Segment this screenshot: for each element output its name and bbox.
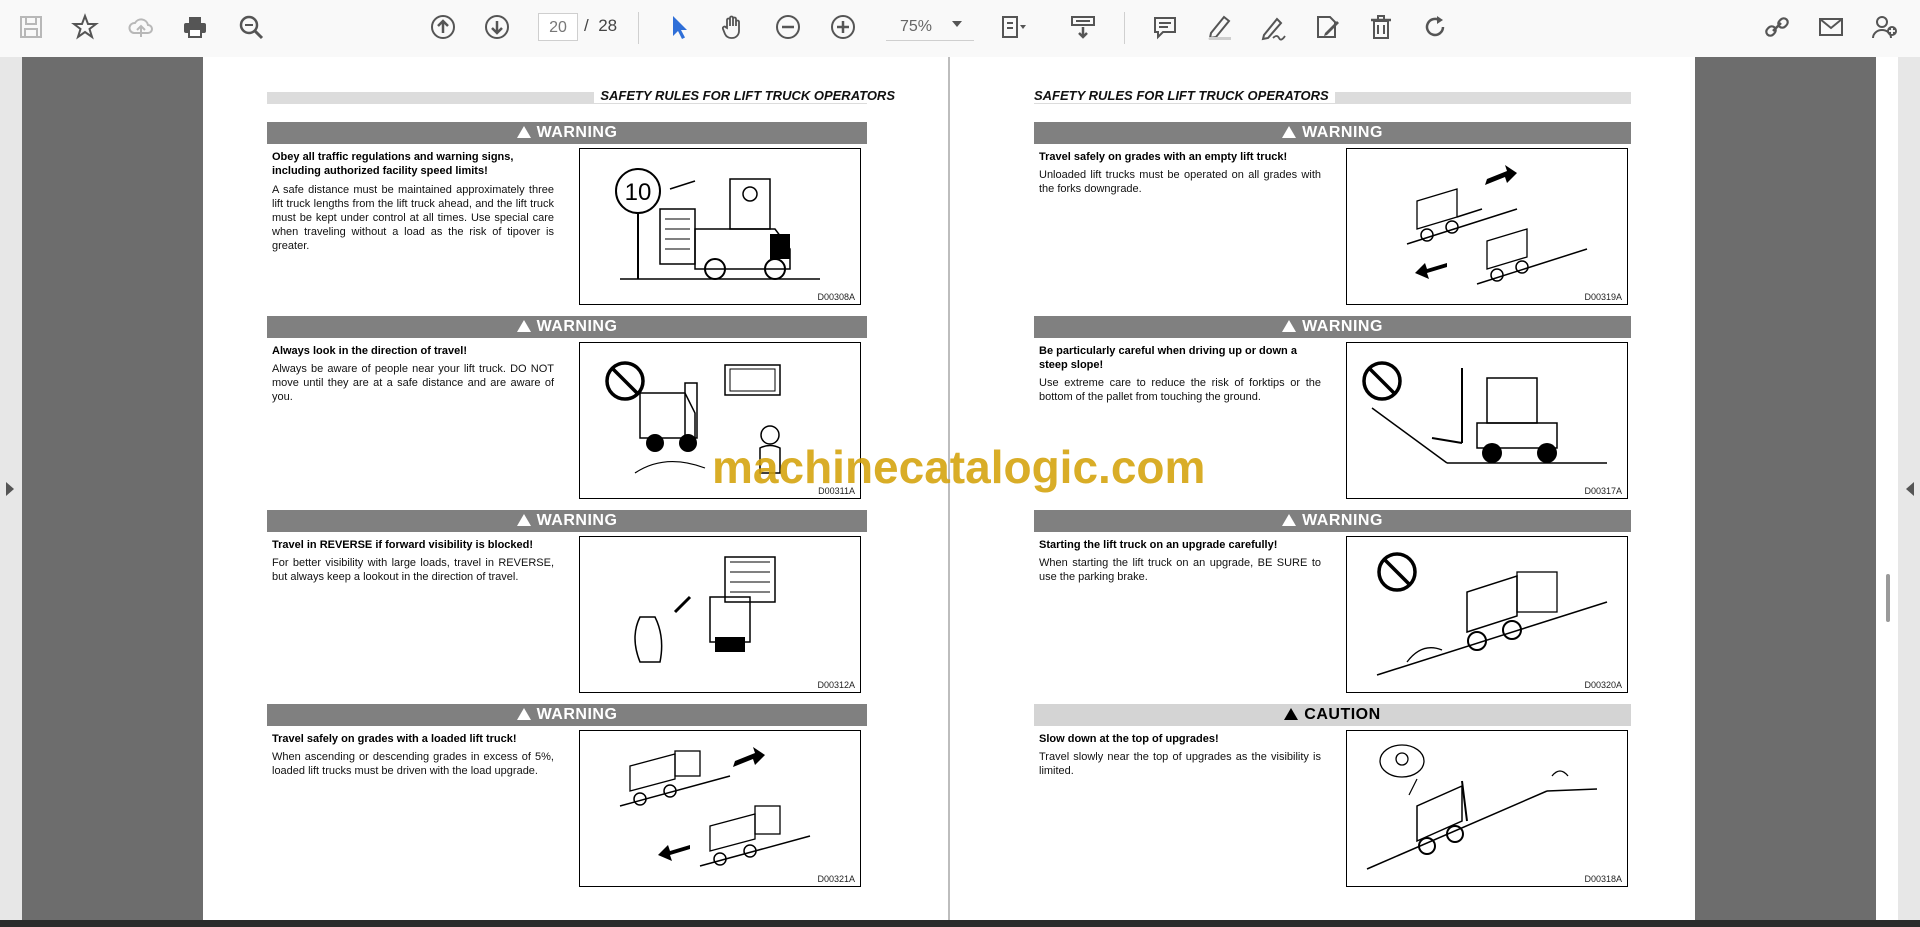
warning-triangle-icon (1282, 514, 1297, 526)
section-title: Always look in the direction of travel! (272, 345, 467, 357)
edit-document-icon[interactable] (1310, 10, 1344, 44)
warning-banner: WARNING (1034, 122, 1631, 144)
zoom-level-select[interactable]: 75% (886, 13, 974, 41)
watermark-text: machinecatalogic.com (712, 441, 1206, 493)
illustration-steep-slope: D00317A (1346, 342, 1628, 499)
section-body: Use extreme care to reduce the risk of f… (1039, 377, 1321, 403)
warning-banner: WARNING (1034, 316, 1631, 338)
star-icon[interactable] (68, 10, 102, 44)
section-title: Starting the lift truck on an upgrade ca… (1039, 539, 1278, 551)
section-body: When starting the lift truck on an upgra… (1039, 557, 1321, 583)
hand-tool-icon[interactable] (716, 10, 750, 44)
comment-icon[interactable] (1148, 10, 1182, 44)
illustration-top-of-upgrade: D00318A (1346, 730, 1628, 887)
warning-banner: WARNING (267, 510, 867, 532)
illustration-reverse-travel: D00312A (579, 536, 861, 693)
loaded-forklift-grade-drawing (619, 747, 811, 867)
warning-triangle-icon (516, 126, 531, 138)
illustration-loaded-grade: D00321A (579, 730, 861, 887)
share-link-icon[interactable] (1760, 10, 1794, 44)
page-number-input[interactable]: 20 (538, 13, 578, 41)
vertical-scrollbar[interactable] (1876, 57, 1898, 920)
page-header-title: SAFETY RULES FOR LIFT TRUCK OPERATORS (594, 88, 895, 103)
section-body: Always be aware of people near your lift… (272, 363, 554, 403)
draw-sign-icon[interactable] (1256, 10, 1290, 44)
section-body: A safe distance must be maintained appro… (272, 184, 554, 252)
warning-banner: WARNING (267, 316, 867, 338)
section-title: Slow down at the top of upgrades! (1039, 733, 1219, 745)
section-title: Be particularly careful when driving up … (1039, 345, 1297, 371)
select-cursor-icon[interactable] (662, 10, 696, 44)
highlight-pen-icon[interactable] (1202, 10, 1236, 44)
left-panel-toggle-icon[interactable] (6, 482, 14, 496)
redo-rotate-icon[interactable] (1418, 10, 1452, 44)
prev-page-icon[interactable] (426, 10, 460, 44)
empty-forklift-grade-drawing (1406, 165, 1588, 285)
figure-code: D00317A (1584, 486, 1622, 496)
toolbar-divider (1124, 12, 1125, 44)
section-title: Obey all traffic regulations and warning… (272, 151, 514, 177)
figure-code: D00320A (1584, 680, 1622, 690)
warning-triangle-icon (516, 320, 531, 332)
zoom-dropdown-caret-icon[interactable] (952, 21, 962, 27)
section-body: Unloaded lift trucks must be operated on… (1039, 169, 1321, 195)
forklift-upgrade-drawing (1376, 552, 1608, 676)
save-icon[interactable] (14, 10, 48, 44)
page-fit-icon[interactable] (996, 10, 1030, 44)
zoom-in-icon[interactable] (826, 10, 860, 44)
section-body: For better visibility with large loads, … (272, 557, 554, 583)
svg-text:10: 10 (625, 179, 652, 206)
page-total: / 28 (584, 16, 618, 35)
figure-code: D00312A (817, 680, 855, 690)
warning-banner: WARNING (267, 704, 867, 726)
illustration-speed-limit: 10 D00308A (579, 148, 861, 305)
figure-code: D00321A (817, 874, 855, 884)
section-body: Travel slowly near the top of upgrades a… (1039, 751, 1321, 777)
figure-code: D00318A (1584, 874, 1622, 884)
print-icon[interactable] (178, 10, 212, 44)
warning-banner: WARNING (1034, 510, 1631, 532)
bottom-bar (0, 920, 1920, 927)
section-body: When ascending or descending grades in e… (272, 751, 554, 777)
forklift-speed-sign-drawing: 10 (615, 168, 820, 280)
section-title: Travel safely on grades with a loaded li… (272, 733, 517, 745)
forklift-top-upgrade-drawing (1366, 744, 1598, 870)
forklift-reverse-drawing (634, 556, 776, 663)
next-page-icon[interactable] (480, 10, 514, 44)
warning-triangle-icon (1282, 320, 1297, 332)
scroll-mode-icon[interactable] (1066, 10, 1100, 44)
warning-triangle-icon (1282, 126, 1297, 138)
upload-cloud-icon[interactable] (124, 10, 158, 44)
figure-code: D00319A (1584, 292, 1622, 302)
warning-banner: WARNING (267, 122, 867, 144)
caution-triangle-icon (1284, 708, 1299, 720)
figure-code: D00308A (817, 292, 855, 302)
caution-banner: CAUTION (1034, 704, 1631, 726)
scrollbar-thumb[interactable] (1886, 574, 1890, 622)
zoom-out-icon[interactable] (771, 10, 805, 44)
illustration-upgrade-start: D00320A (1346, 536, 1628, 693)
add-user-icon[interactable] (1868, 10, 1902, 44)
toolbar-divider (638, 12, 639, 44)
section-title: Travel in REVERSE if forward visibility … (272, 539, 534, 551)
forklift-steep-slope-drawing (1362, 361, 1607, 464)
section-title: Travel safely on grades with an empty li… (1039, 151, 1288, 163)
right-panel-toggle-icon[interactable] (1906, 482, 1914, 496)
warning-triangle-icon (516, 514, 531, 526)
page-header-title: SAFETY RULES FOR LIFT TRUCK OPERATORS (1034, 88, 1335, 103)
delete-trash-icon[interactable] (1364, 10, 1398, 44)
email-icon[interactable] (1814, 10, 1848, 44)
illustration-empty-grade: D00319A (1346, 148, 1628, 305)
warning-triangle-icon (516, 708, 531, 720)
toolbar: 20 / 28 75% (0, 0, 1920, 58)
zoom-search-icon[interactable] (234, 10, 268, 44)
